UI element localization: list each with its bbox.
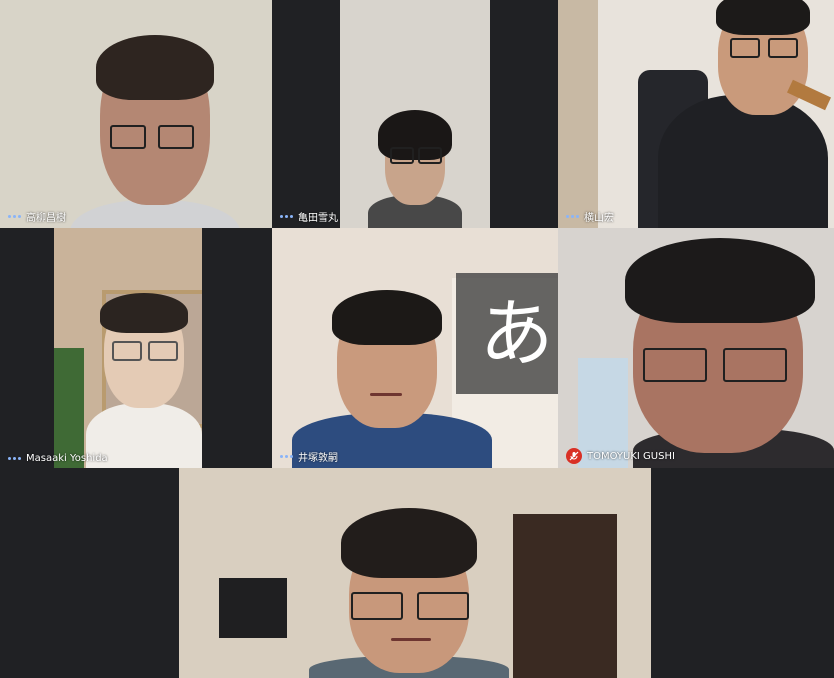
- participant-name: 横山宏: [584, 213, 614, 224]
- participant-tile-yokoyama[interactable]: 横山宏: [558, 0, 834, 228]
- participant-tile-bottom[interactable]: [0, 468, 834, 678]
- transcript-glyph-overlay: あ: [456, 273, 558, 394]
- speaking-dots-icon: [8, 215, 21, 218]
- speaking-dots-icon: [8, 457, 21, 460]
- video-feed: [54, 228, 202, 468]
- participant-name: 亀田雪丸: [298, 213, 338, 224]
- mic-off-icon: [566, 448, 582, 464]
- participant-name: 高柳昌樹: [26, 213, 66, 224]
- participant-tile-gushi[interactable]: TOMOYUKI GUSHI: [558, 228, 834, 468]
- participant-tile-kameda[interactable]: 亀田雪丸: [272, 0, 558, 228]
- participant-name: Masaaki Yoshida: [26, 453, 108, 464]
- video-feed: [0, 0, 272, 228]
- hiragana-glyph-icon: あ: [479, 290, 554, 377]
- speaking-dots-icon: [280, 455, 293, 458]
- participant-tile-yoshida[interactable]: Masaaki Yoshida: [0, 228, 272, 468]
- video-feed: [179, 468, 651, 678]
- speaking-dots-icon: [280, 215, 293, 218]
- participant-name: TOMOYUKI GUSHI: [587, 450, 675, 462]
- participant-tile-takayanagi[interactable]: 高柳昌樹: [0, 0, 272, 228]
- speaking-dots-icon: [566, 215, 579, 218]
- participant-name: 井塚敦嗣: [298, 453, 338, 464]
- video-feed: [558, 0, 834, 228]
- video-feed: [340, 0, 490, 228]
- participant-tile-izuka[interactable]: あ 井塚敦嗣: [272, 228, 558, 468]
- video-feed: [558, 228, 834, 468]
